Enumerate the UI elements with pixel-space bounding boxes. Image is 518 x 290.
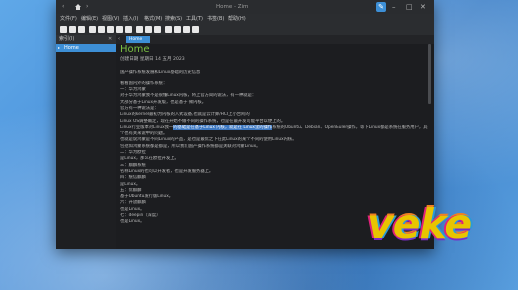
- page-created-date: 创建日期 星期日 14 五月 2023: [120, 57, 185, 62]
- italic-icon[interactable]: [98, 26, 105, 33]
- sidebar-title: 索引(I): [59, 36, 75, 42]
- text-segment: 系统的Ubuntu、Debian、OpenEuler操作，等下Linux都是系统…: [272, 124, 428, 130]
- clear-format-icon[interactable]: [192, 26, 199, 33]
- close-button[interactable]: ✕: [420, 2, 426, 12]
- scrollbar[interactable]: [428, 44, 431, 104]
- insert-link-icon[interactable]: [165, 26, 172, 33]
- watermark-logo: veke: [367, 200, 472, 248]
- index-sidebar: 索引(I) ✕ ▸ Home: [56, 35, 116, 249]
- bold-icon[interactable]: [89, 26, 96, 33]
- edit-page-icon[interactable]: ✎: [376, 2, 386, 12]
- highlight-icon[interactable]: [125, 26, 132, 33]
- tab-scroll-left-icon[interactable]: ‹: [118, 36, 120, 43]
- expand-arrow-icon[interactable]: ▸: [58, 45, 60, 51]
- text-segment: Linux行业版本对Linux我一: [120, 124, 174, 130]
- save-icon[interactable]: [69, 26, 76, 33]
- numbered-list-icon[interactable]: [145, 26, 152, 33]
- strikethrough-icon[interactable]: [116, 26, 123, 33]
- selected-text[interactable]: 的基础是在基于Linux 内核，就是在 Linux里的操作: [173, 124, 273, 130]
- back-button[interactable]: ‹: [62, 3, 64, 11]
- forward-button[interactable]: ›: [86, 3, 88, 11]
- new-page-icon[interactable]: [60, 26, 67, 33]
- title-bar: ‹ › Home - Zim ✎ – □ ✕: [56, 0, 434, 14]
- maximize-button[interactable]: □: [406, 2, 413, 12]
- checkbox-icon[interactable]: [154, 26, 161, 33]
- menu-format[interactable]: 格式(M): [144, 16, 162, 23]
- underline-icon[interactable]: [107, 26, 114, 33]
- menu-insert[interactable]: 插入(I): [123, 16, 138, 23]
- menu-file[interactable]: 文件(F): [60, 16, 77, 23]
- sidebar-close-icon[interactable]: ✕: [108, 36, 112, 43]
- menu-bookmarks[interactable]: 书签(B): [207, 16, 224, 23]
- bullet-list-icon[interactable]: [136, 26, 143, 33]
- menu-bar: 文件(F) 编辑(E) 视图(V) 插入(I) 格式(M) 搜索(S) 工具(T…: [56, 14, 434, 25]
- menu-tools[interactable]: 工具(T): [186, 16, 203, 23]
- minimize-button[interactable]: –: [392, 2, 396, 12]
- insert-table-icon[interactable]: [183, 26, 190, 33]
- menu-view[interactable]: 视图(V): [102, 16, 119, 23]
- toolbar: [56, 25, 434, 35]
- menu-search[interactable]: 搜索(S): [165, 16, 182, 23]
- page-tab-strip: ‹ Home: [116, 35, 434, 44]
- window-title: Home - Zim: [216, 4, 249, 10]
- tab-home[interactable]: Home: [126, 36, 150, 43]
- tab-label: Home: [129, 37, 143, 42]
- sidebar-header: 索引(I) ✕: [56, 35, 116, 44]
- page-title: Home: [120, 44, 150, 55]
- insert-image-icon[interactable]: [174, 26, 181, 33]
- sidebar-item-label: Home: [64, 45, 79, 51]
- home-icon[interactable]: [74, 3, 82, 11]
- attach-icon[interactable]: [78, 26, 85, 33]
- menu-edit[interactable]: 编辑(E): [81, 16, 98, 23]
- menu-help[interactable]: 帮助(H): [228, 16, 246, 23]
- sidebar-item-home[interactable]: ▸ Home: [56, 44, 116, 52]
